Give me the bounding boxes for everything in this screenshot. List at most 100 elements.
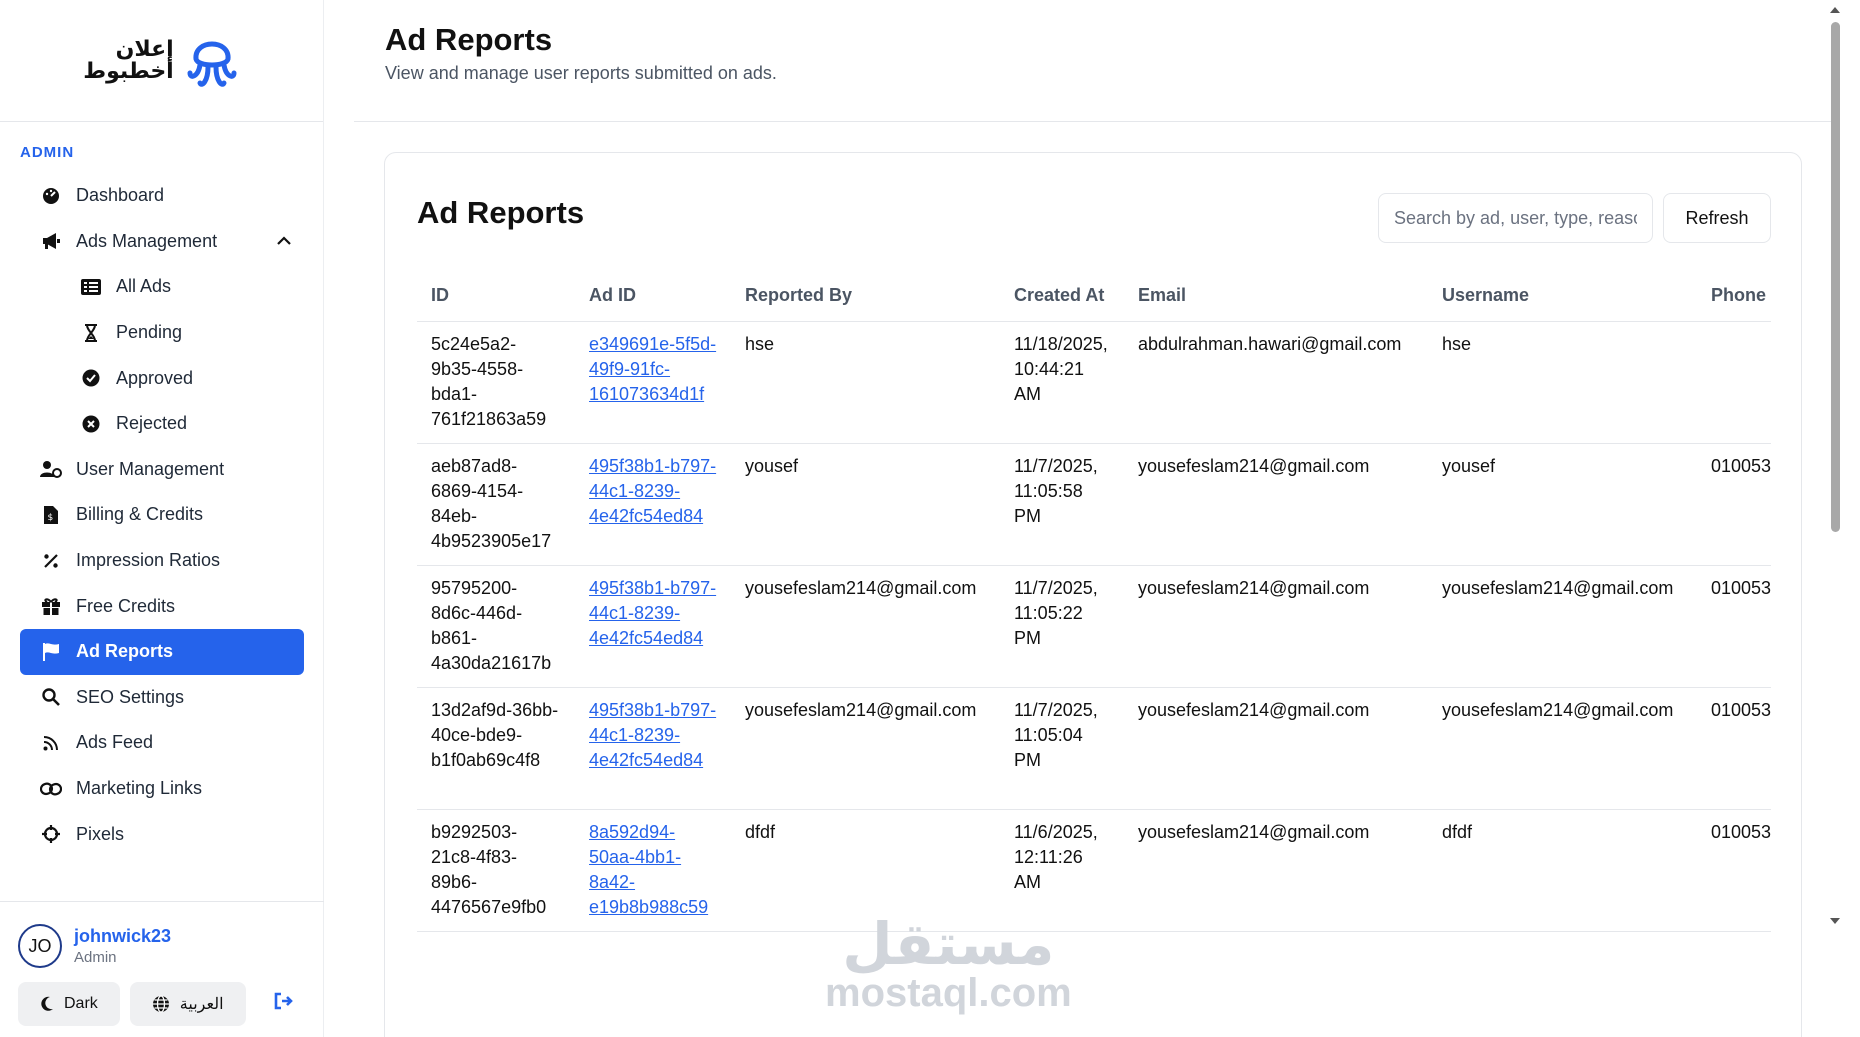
- brand-logo[interactable]: إعلان أخطبوط: [0, 0, 323, 122]
- sidebar-item-label: Pending: [116, 322, 183, 343]
- cell-username: yousefeslam214@gmail.com: [1428, 687, 1697, 810]
- dark-mode-label: Dark: [64, 995, 98, 1012]
- table-row: aeb87ad8-6869-4154-84eb-4b9523905e17 495…: [417, 443, 1771, 566]
- sidebar-item-label: All Ads: [116, 276, 172, 297]
- sidebar-item-label: SEO Settings: [76, 686, 185, 707]
- user-info[interactable]: JO johnwick23 Admin: [18, 924, 306, 968]
- scroll-down-arrow-icon[interactable]: [1830, 918, 1840, 924]
- cell-created-at: 11/18/2025, 10:44:21 AM: [1000, 321, 1124, 444]
- reports-table-wrapper[interactable]: ID Ad ID Reported By Created At Email Us…: [417, 271, 1771, 932]
- cell-created-at: 11/7/2025, 11:05:22 PM: [1000, 565, 1124, 688]
- column-header-username: Username: [1428, 271, 1697, 322]
- sidebar-item-rejected[interactable]: Rejected: [20, 401, 304, 447]
- sidebar-item-all-ads[interactable]: All Ads: [20, 264, 304, 310]
- sidebar-item-pixels[interactable]: Pixels: [20, 811, 304, 857]
- section-label-admin: ADMIN: [20, 144, 75, 161]
- column-header-ad-id: Ad ID: [575, 271, 731, 322]
- cell-username: dfdf: [1428, 809, 1697, 932]
- column-header-id: ID: [417, 271, 575, 322]
- cell-email: yousefeslam214@gmail.com: [1124, 565, 1428, 688]
- sidebar-item-ads-feed[interactable]: Ads Feed: [20, 720, 304, 766]
- sidebar-item-marketing-links[interactable]: Marketing Links: [20, 766, 304, 812]
- scroll-thumb[interactable]: [1831, 22, 1840, 532]
- svg-text:$: $: [48, 513, 54, 523]
- reports-table: ID Ad ID Reported By Created At Email Us…: [417, 271, 1771, 932]
- cell-ad-id: 495f38b1-b797-44c1-8239-4e42fc54ed84: [575, 443, 731, 566]
- column-header-phone: Phone: [1697, 271, 1771, 322]
- logo-text-line1: إعلان: [115, 36, 174, 62]
- list-icon: [80, 276, 102, 298]
- cell-ad-id: 495f38b1-b797-44c1-8239-4e42fc54ed84: [575, 687, 731, 810]
- sidebar-item-approved[interactable]: Approved: [20, 355, 304, 401]
- sidebar-nav: Dashboard Ads Management All Ads Pending…: [20, 173, 304, 857]
- cell-email: yousefeslam214@gmail.com: [1124, 443, 1428, 566]
- refresh-button[interactable]: Refresh: [1663, 193, 1771, 243]
- rss-icon: [40, 732, 62, 754]
- sidebar-item-label: Free Credits: [76, 595, 176, 616]
- cell-email: yousefeslam214@gmail.com: [1124, 809, 1428, 932]
- user-cog-icon: [40, 458, 62, 480]
- language-button[interactable]: العربية: [129, 982, 246, 1026]
- footer-actions: Dark العربية: [18, 982, 306, 1026]
- language-label: العربية: [179, 996, 224, 1013]
- dark-mode-button[interactable]: Dark: [18, 982, 120, 1026]
- sidebar-item-user-management[interactable]: User Management: [20, 447, 304, 493]
- sidebar-item-ads-management[interactable]: Ads Management: [20, 219, 304, 265]
- percent-icon: [40, 550, 62, 572]
- octopus-icon: [187, 41, 237, 87]
- cell-phone: 010053: [1697, 809, 1771, 932]
- ad-id-link[interactable]: 495f38b1-b797-44c1-8239-4e42fc54ed84: [589, 456, 716, 526]
- watermark-arabic: مستقل: [842, 910, 1055, 978]
- ad-id-link[interactable]: e349691e-5f5d-49f9-91fc-161073634d1f: [589, 334, 716, 404]
- page-header: Ad Reports View and manage user reports …: [354, 0, 1832, 122]
- avatar[interactable]: JO: [18, 924, 62, 968]
- cell-email: abdulrahman.hawari@gmail.com: [1124, 321, 1428, 444]
- sidebar-item-billing-credits[interactable]: $ Billing & Credits: [20, 492, 304, 538]
- ad-id-link[interactable]: 495f38b1-b797-44c1-8239-4e42fc54ed84: [589, 578, 716, 648]
- ad-id-link[interactable]: 8a592d94-50aa-4bb1-8a42-e19b8b988c59: [589, 822, 708, 918]
- page-subtitle: View and manage user reports submitted o…: [385, 63, 777, 83]
- cell-phone: [1697, 321, 1771, 444]
- cell-phone: 010053: [1697, 687, 1771, 810]
- user-name: johnwick23: [74, 926, 172, 946]
- cell-email: yousefeslam214@gmail.com: [1124, 687, 1428, 810]
- sidebar-item-label: Approved: [116, 367, 194, 388]
- watermark-latin: mostaql.com: [825, 971, 1072, 1015]
- column-header-created-at: Created At: [1000, 271, 1124, 322]
- sidebar-item-label: Dashboard: [76, 185, 165, 206]
- scroll-up-arrow-icon[interactable]: [1830, 7, 1840, 13]
- sidebar-item-dashboard[interactable]: Dashboard: [20, 173, 304, 219]
- sidebar-item-ad-reports[interactable]: Ad Reports: [20, 628, 304, 675]
- logout-icon[interactable]: [274, 992, 294, 1016]
- logo-text-line2: أخطبوط: [83, 58, 174, 84]
- sidebar: إعلان أخطبوط ADMIN Dashboard Ads Managem…: [0, 0, 324, 1037]
- search-input[interactable]: [1378, 193, 1653, 243]
- cell-reported-by: yousefeslam214@gmail.com: [731, 687, 1000, 810]
- sidebar-item-pending[interactable]: Pending: [20, 310, 304, 356]
- sidebar-item-free-credits[interactable]: Free Credits: [20, 583, 304, 629]
- chevron-up-icon[interactable]: [274, 231, 294, 251]
- flag-icon: [40, 641, 62, 663]
- moon-icon: [41, 996, 53, 1011]
- cell-created-at: 11/7/2025, 11:05:58 PM: [1000, 443, 1124, 566]
- page-title: Ad Reports: [385, 22, 553, 57]
- column-header-reported-by: Reported By: [731, 271, 1000, 322]
- table-row: 5c24e5a2-9b35-4558-bda1-761f21863a59 e34…: [417, 321, 1771, 444]
- app-root: إعلان أخطبوط ADMIN Dashboard Ads Managem…: [0, 0, 1860, 1037]
- ad-id-link[interactable]: 495f38b1-b797-44c1-8239-4e42fc54ed84: [589, 700, 716, 770]
- hourglass-icon: [80, 322, 102, 344]
- cell-reported-by: hse: [731, 321, 1000, 444]
- cell-username: yousef: [1428, 443, 1697, 566]
- page-scrollbar[interactable]: [1828, 0, 1842, 1037]
- sidebar-item-impression-ratios[interactable]: Impression Ratios: [20, 538, 304, 584]
- cell-reported-by: yousefeslam214@gmail.com: [731, 565, 1000, 688]
- cell-username: yousefeslam214@gmail.com: [1428, 565, 1697, 688]
- cell-ad-id: e349691e-5f5d-49f9-91fc-161073634d1f: [575, 321, 731, 444]
- table-row: 13d2af9d-36bb-40ce-bde9-b1f0ab69c4f8 495…: [417, 687, 1771, 810]
- invoice-dollar-icon: $: [40, 504, 62, 526]
- cell-id: aeb87ad8-6869-4154-84eb-4b9523905e17: [417, 443, 575, 566]
- sidebar-item-label: Impression Ratios: [76, 550, 221, 571]
- sidebar-item-seo-settings[interactable]: SEO Settings: [20, 675, 304, 721]
- sidebar-item-label: Pixels: [76, 823, 125, 844]
- cell-ad-id: 495f38b1-b797-44c1-8239-4e42fc54ed84: [575, 565, 731, 688]
